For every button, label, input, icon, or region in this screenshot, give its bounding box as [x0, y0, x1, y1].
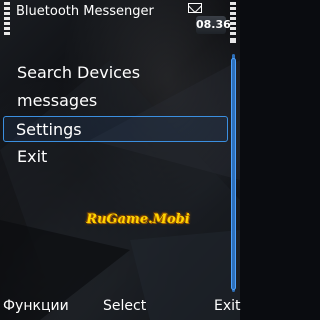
scrollbar-thumb[interactable] [231, 58, 236, 290]
options-softkey[interactable]: Функции [3, 298, 69, 314]
menu-item-search-devices[interactable]: Search Devices [3, 60, 228, 86]
status-bar: Bluetooth Messenger 08.36 [0, 0, 240, 44]
menu-item-exit[interactable]: Exit [3, 144, 228, 170]
clock: 08.36 [196, 16, 231, 34]
menu-item-messages[interactable]: messages [3, 88, 228, 114]
watermark-logo: RuGame.Mobi [86, 206, 190, 232]
softkey-bar: Функции Select Exit [0, 296, 241, 320]
app-title: Bluetooth Messenger [16, 4, 154, 19]
menu-item-settings[interactable]: Settings [3, 116, 228, 142]
exit-softkey[interactable]: Exit [214, 298, 241, 314]
battery-icon [230, 2, 236, 46]
signal-strength-icon [4, 2, 10, 46]
envelope-icon [188, 3, 202, 13]
select-softkey[interactable]: Select [103, 298, 146, 314]
watermark-text: RuGame.Mobi [86, 211, 190, 227]
